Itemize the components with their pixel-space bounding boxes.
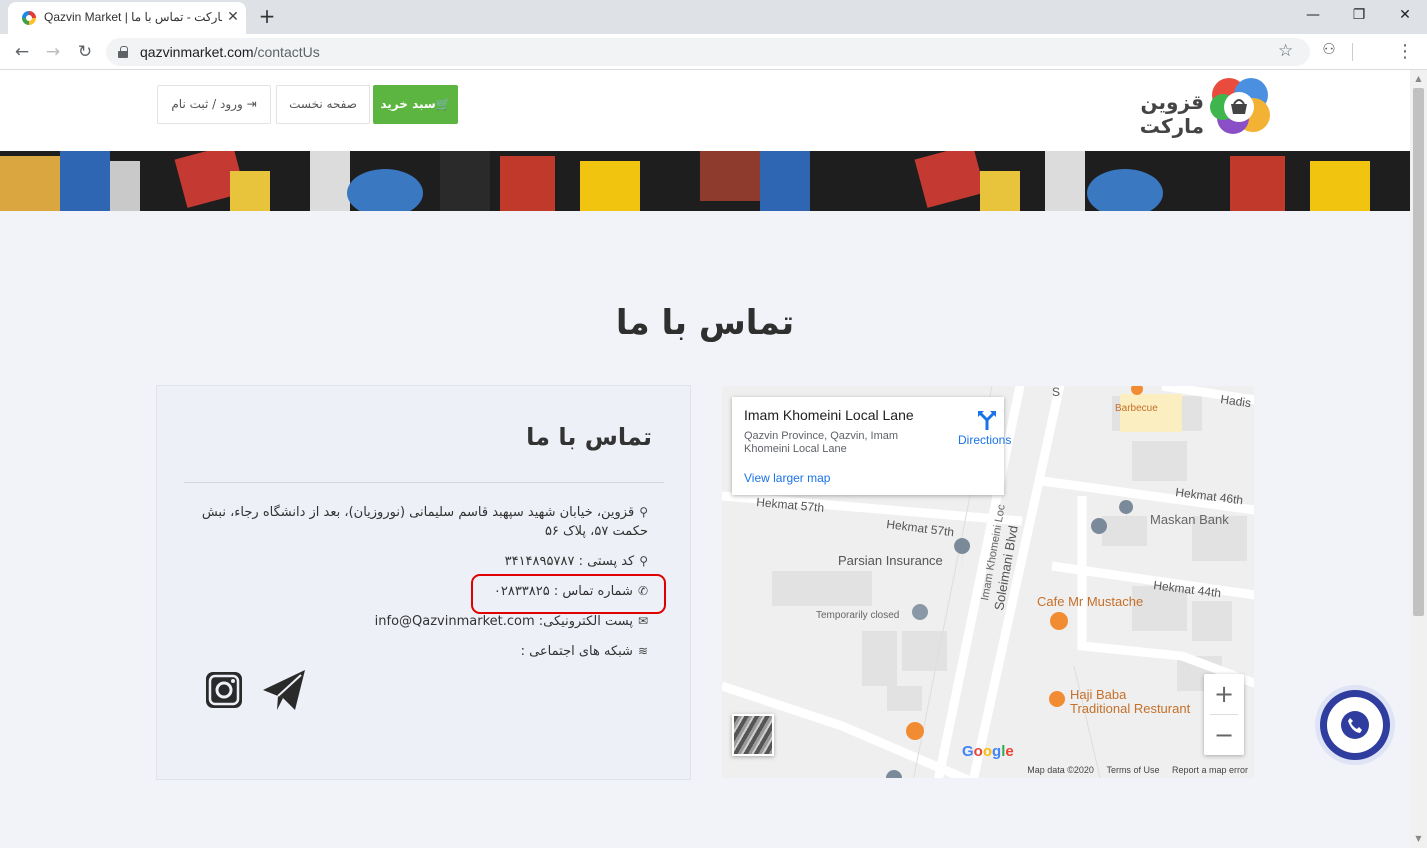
page-viewport: قزوین مارکت 🛒سبد خرید صفحه نخست ⇥ ورود /… (0, 70, 1410, 848)
products-banner (0, 151, 1410, 211)
browser-tabstrip: Qazvin Market | قزوین مارکت - تماس با ما… (0, 0, 1427, 34)
toolbar-divider (1352, 43, 1353, 61)
address-bar[interactable]: qazvinmarket.com/contactUs ☆ (106, 38, 1310, 66)
map-data-credit: Map data ©2020 (1027, 765, 1094, 775)
label-temporarily-closed: Temporarily closed (816, 610, 899, 621)
postal-code-text: کد پستی : ۳۴۱۴۸۹۵۷۸۷ (504, 554, 635, 569)
social-line: ≋ شبکه های اجتماعی : (521, 642, 648, 661)
browser-menu-icon[interactable]: ⋮ (1396, 40, 1414, 64)
phone-icon (1341, 711, 1369, 739)
minimize-button[interactable]: — (1290, 0, 1336, 30)
email-line: ✉ پست الکترونیکی: info@Qazvinmarket.com (375, 612, 648, 631)
contact-card: تماس با ما ⚲قزوین، خیابان شهید سپهبد قاس… (156, 385, 691, 780)
label-traditional-resturant: Traditional Resturant (1070, 701, 1191, 716)
view-larger-map-link[interactable]: View larger map (744, 471, 830, 485)
envelope-icon: ✉ (637, 614, 648, 628)
google-logo: Google (962, 743, 1014, 760)
login-icon: ⇥ (242, 97, 257, 111)
forward-arrow-icon[interactable]: → (41, 40, 65, 64)
scroll-up-icon[interactable]: ▲ (1413, 74, 1424, 84)
url-path: /contactUs (253, 44, 320, 60)
address-text: قزوین، خیابان شهید سپهبد قاسم سلیمانی (ن… (201, 505, 648, 539)
label-barbecue: Barbecue (1115, 403, 1158, 414)
scroll-down-icon[interactable]: ▼ (1413, 834, 1424, 844)
label-s: S (1052, 386, 1060, 399)
directions-icon[interactable] (976, 409, 998, 431)
page-scrollbar[interactable]: ▲ ▼ (1410, 70, 1427, 848)
logo-text[interactable]: قزوین مارکت (1090, 90, 1204, 138)
telegram-icon[interactable] (261, 668, 307, 712)
map-footer: Map data ©2020 Terms of Use Report a map… (1017, 765, 1248, 775)
bookmark-star-icon[interactable]: ☆ (1278, 41, 1293, 61)
label-cafe: Cafe Mr Mustache (1037, 594, 1143, 609)
label-parsian-insurance: Parsian Insurance (838, 553, 943, 568)
phone-highlight-annotation (471, 574, 666, 614)
divider (184, 482, 664, 483)
home-button[interactable]: صفحه نخست (276, 85, 370, 124)
bank-pin-icon (1091, 518, 1107, 534)
logo-icon[interactable] (1208, 77, 1270, 135)
close-tab-icon[interactable]: ✕ (224, 8, 242, 26)
map-place-card: Imam Khomeini Local Lane Qazvin Province… (732, 397, 1011, 495)
cart-button[interactable]: 🛒سبد خرید (373, 85, 458, 124)
wifi-icon: ≋ (637, 644, 648, 658)
back-arrow-icon[interactable]: ← (10, 40, 34, 64)
zoom-in-button[interactable]: + (1204, 674, 1244, 714)
login-label: ورود / ثبت نام (171, 97, 243, 111)
map-marker-icon: ⚲ (639, 554, 648, 568)
browser-toolbar: ← → ↻ qazvinmarket.com/contactUs ☆ (0, 34, 1427, 70)
social-label: شبکه های اجتماعی : (520, 644, 633, 659)
map-place-name: Imam Khomeini Local Lane (744, 407, 914, 423)
report-error-link[interactable]: Report a map error (1172, 765, 1248, 775)
call-button[interactable] (1320, 690, 1390, 760)
map-marker-icon: ⚲ (639, 505, 648, 519)
google-map[interactable]: Barbecue Hadis Hekmat 46th Maskan Bank H… (722, 386, 1254, 778)
zoom-out-button[interactable]: − (1204, 715, 1244, 755)
cafe-pin-icon (1050, 612, 1068, 630)
lock-icon[interactable] (118, 46, 128, 58)
directions-link[interactable]: Directions (958, 433, 1011, 447)
instagram-icon[interactable] (205, 671, 243, 709)
new-tab-button[interactable]: + (256, 5, 278, 27)
maximize-button[interactable]: ❐ (1336, 0, 1382, 30)
restaurant-pin-icon (1049, 691, 1065, 707)
extension-icon[interactable]: ⚇ (1318, 40, 1340, 62)
scroll-thumb[interactable] (1413, 88, 1424, 616)
map-zoom-control: + − (1204, 674, 1244, 755)
call-button-inner (1327, 697, 1383, 753)
page-title: تماس با ما (615, 303, 795, 343)
restaurant-pin-icon (906, 722, 924, 740)
map-place-address: Qazvin Province, Qazvin, Imam Khomeini L… (744, 430, 899, 455)
satellite-toggle[interactable] (732, 714, 774, 756)
site-favicon-icon (22, 11, 36, 25)
terms-link[interactable]: Terms of Use (1106, 765, 1159, 775)
email-text[interactable]: پست الکترونیکی: info@Qazvinmarket.com (375, 614, 633, 629)
contact-card-title: تماس با ما (526, 423, 652, 451)
tab-title: Qazvin Market | قزوین مارکت - تماس با ما (44, 10, 222, 24)
close-window-button[interactable]: ✕ (1382, 0, 1427, 30)
login-register-button[interactable]: ⇥ ورود / ثبت نام (157, 85, 271, 124)
browser-tab[interactable]: Qazvin Market | قزوین مارکت - تماس با ما… (8, 2, 246, 34)
site-header: قزوین مارکت 🛒سبد خرید صفحه نخست ⇥ ورود /… (0, 70, 1410, 151)
url-text[interactable]: qazvinmarket.com/contactUs (140, 44, 320, 60)
label-maskan-bank: Maskan Bank (1150, 512, 1229, 527)
reload-icon[interactable]: ↻ (73, 40, 97, 64)
closed-pin-icon (912, 604, 928, 620)
postal-code-line: ⚲ کد پستی : ۳۴۱۴۸۹۵۷۸۷ (505, 552, 648, 571)
label-haji-baba: Haji Baba (1070, 687, 1127, 702)
url-host: qazvinmarket.com (140, 44, 254, 60)
address-line: ⚲قزوین، خیابان شهید سپهبد قاسم سلیمانی (… (178, 503, 648, 541)
